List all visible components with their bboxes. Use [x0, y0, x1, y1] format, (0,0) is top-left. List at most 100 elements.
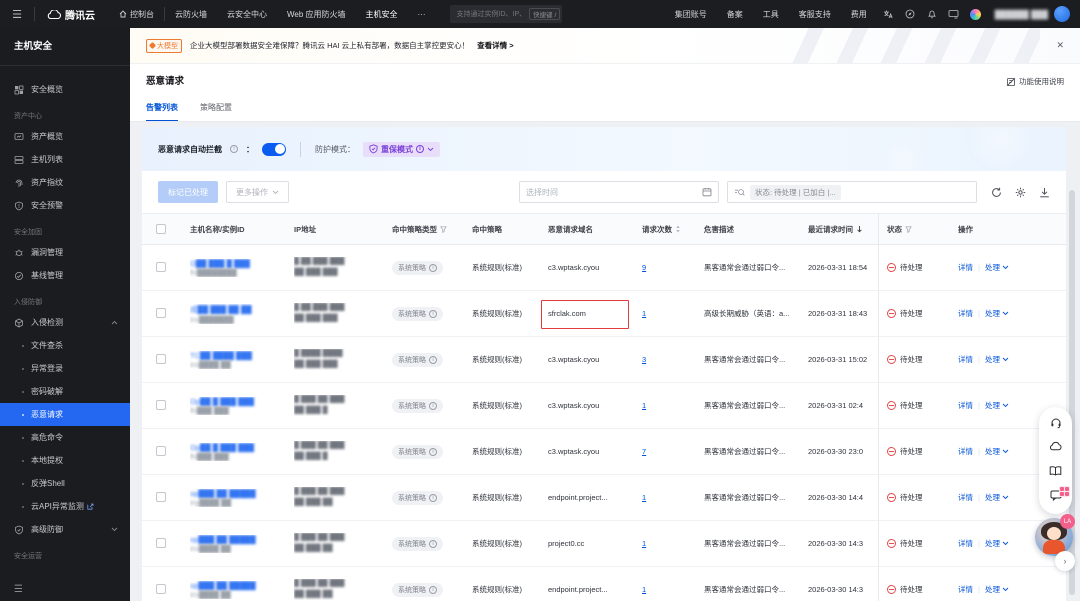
date-input[interactable] — [526, 187, 702, 197]
banner-detail-link[interactable]: 查看详情 > — [477, 40, 513, 51]
sidebar-item-password-crack[interactable]: 密码破解 — [0, 380, 130, 403]
protection-mode-select[interactable]: 重保模式 i — [363, 141, 440, 157]
row-checkbox[interactable] — [156, 583, 166, 594]
nav-cloud-security-center[interactable]: 云安全中心 — [217, 0, 277, 28]
request-count-link[interactable]: 1 — [642, 539, 646, 548]
filter-funnel-icon[interactable] — [905, 225, 912, 233]
request-count-link[interactable]: 1 — [642, 309, 646, 318]
handle-link[interactable]: 处理 — [985, 354, 1009, 365]
feedback-icon[interactable] — [1050, 485, 1070, 504]
host-name-link[interactable]: op███ ██ █████ — [190, 535, 288, 544]
sidebar-item-abnormal-login[interactable]: 异常登录 — [0, 357, 130, 380]
banner-close-icon[interactable]: ✕ — [1056, 40, 1064, 51]
sidebar-item-cloud-api-monitor[interactable]: 云API异常监测 — [0, 495, 130, 518]
collapse-sidebar-icon[interactable]: ☰ — [14, 584, 23, 595]
handle-link[interactable]: 处理 — [985, 492, 1009, 503]
detail-link[interactable]: 详情 — [958, 584, 973, 595]
detail-link[interactable]: 详情 — [958, 308, 973, 319]
host-name-link[interactable]: op███ ██ █████ — [190, 489, 288, 498]
tencent-cloud-logo[interactable]: 腾讯云 — [35, 7, 109, 22]
sidebar-item-malicious-request[interactable]: 恶意请求 — [0, 403, 130, 426]
compass-icon[interactable] — [899, 9, 921, 19]
ai-assistant-icon[interactable] — [965, 8, 987, 20]
settings-gear-icon[interactable] — [1015, 187, 1026, 198]
feature-guide-link[interactable]: 功能使用说明 — [1006, 76, 1064, 87]
mark-handled-button[interactable]: 标记已处理 — [158, 181, 218, 203]
host-name-link[interactable]: TC██ ████ ███ — [190, 351, 288, 360]
customer-service-icon[interactable] — [1050, 417, 1062, 431]
detail-link[interactable]: 详情 — [958, 492, 973, 503]
info-icon[interactable]: i — [429, 355, 437, 364]
sidebar-item-local-privilege[interactable]: 本地提权 — [0, 449, 130, 472]
menu-tools[interactable]: 工具 — [753, 0, 789, 28]
info-icon[interactable]: i — [429, 401, 437, 410]
request-count-link[interactable]: 1 — [642, 493, 646, 502]
sidebar-item-reverse-shell[interactable]: 反弹Shell — [0, 472, 130, 495]
sidebar-item-security-overview[interactable]: 安全概览 — [0, 78, 130, 101]
handle-link[interactable]: 处理 — [985, 308, 1009, 319]
host-name-link[interactable]: O██ ███ █ ███ — [190, 259, 288, 268]
host-name-link[interactable]: op███ ██ █████ — [190, 581, 288, 590]
detail-link[interactable]: 详情 — [958, 446, 973, 457]
nav-host-security[interactable]: 主机安全 — [356, 0, 408, 28]
user-avatar[interactable] — [1054, 6, 1070, 22]
host-name-link[interactable]: 成██ ███ ██ ██ — [190, 304, 288, 315]
handle-link[interactable]: 处理 — [985, 400, 1009, 411]
sidebar-item-baseline-mgmt[interactable]: 基线管理 — [0, 264, 130, 287]
info-icon[interactable]: i — [429, 539, 437, 548]
status-filter-tag[interactable]: 状态: 待处理 | 已加白 |... — [750, 184, 841, 200]
detail-link[interactable]: 详情 — [958, 400, 973, 411]
menu-icp-filing[interactable]: 备案 — [717, 0, 753, 28]
host-name-link[interactable]: Op██ █ ███ ███ — [190, 443, 288, 452]
row-checkbox[interactable] — [156, 261, 166, 272]
select-all-checkbox[interactable] — [156, 224, 166, 234]
info-icon[interactable]: i — [429, 493, 437, 502]
sidebar-item-asset-fingerprint[interactable]: 资产指纹 — [0, 171, 130, 194]
row-checkbox[interactable] — [156, 537, 166, 548]
info-icon[interactable]: i — [429, 263, 437, 272]
expand-panel-chevron-icon[interactable]: › — [1055, 551, 1075, 571]
host-name-link[interactable]: Op██ █ ███ ███ — [190, 397, 288, 406]
chevron-up-icon[interactable] — [111, 320, 118, 325]
detail-link[interactable]: 详情 — [958, 354, 973, 365]
chevron-down-icon[interactable] — [111, 527, 118, 532]
language-icon[interactable] — [877, 9, 899, 19]
sort-desc-icon[interactable] — [856, 225, 863, 233]
sidebar-item-security-alert[interactable]: 安全预警 — [0, 194, 130, 217]
info-icon[interactable]: i — [429, 309, 437, 318]
console-panel-icon[interactable] — [943, 9, 965, 19]
row-checkbox[interactable] — [156, 491, 166, 502]
global-search-input[interactable]: 支持通过实例ID、IP、 快捷键 / — [449, 5, 562, 23]
menu-group-account[interactable]: 集团账号 — [665, 0, 717, 28]
request-count-link[interactable]: 1 — [642, 585, 646, 594]
detail-link[interactable]: 详情 — [958, 538, 973, 549]
handle-link[interactable]: 处理 — [985, 446, 1009, 457]
sidebar-item-intrusion-detection[interactable]: 入侵检测 — [0, 311, 130, 334]
status-filter-searchbox[interactable]: 状态: 待处理 | 已加白 |... — [727, 181, 977, 203]
nav-cloud-firewall[interactable]: 云防火墙 — [165, 0, 217, 28]
sidebar-item-vuln-mgmt[interactable]: 漏洞管理 — [0, 241, 130, 264]
sidebar-item-host-list[interactable]: 主机列表 — [0, 148, 130, 171]
sidebar-item-file-scan[interactable]: 文件查杀 — [0, 334, 130, 357]
refresh-icon[interactable] — [991, 187, 1002, 198]
documentation-book-icon[interactable] — [1049, 465, 1062, 480]
row-checkbox[interactable] — [156, 307, 166, 318]
sort-icon[interactable] — [675, 225, 681, 233]
info-icon[interactable]: i — [429, 585, 437, 594]
row-checkbox[interactable] — [156, 399, 166, 410]
account-area[interactable]: ██████ ███ — [987, 6, 1080, 22]
cloud-icon[interactable] — [1049, 441, 1062, 455]
info-icon[interactable]: i — [429, 447, 437, 456]
handle-link[interactable]: 处理 — [985, 538, 1009, 549]
handle-link[interactable]: 处理 — [985, 262, 1009, 273]
info-icon[interactable]: i — [230, 145, 238, 153]
tab-alert-list[interactable]: 告警列表 — [146, 102, 178, 122]
request-count-link[interactable]: 3 — [642, 355, 646, 364]
nav-console[interactable]: 控制台 — [109, 0, 164, 28]
filter-funnel-icon[interactable] — [440, 225, 447, 233]
row-checkbox[interactable] — [156, 445, 166, 456]
sidebar-item-advanced-defense[interactable]: 高级防御 — [0, 518, 130, 541]
date-range-picker[interactable] — [519, 181, 719, 203]
request-count-link[interactable]: 7 — [642, 447, 646, 456]
menu-billing[interactable]: 费用 — [841, 0, 877, 28]
